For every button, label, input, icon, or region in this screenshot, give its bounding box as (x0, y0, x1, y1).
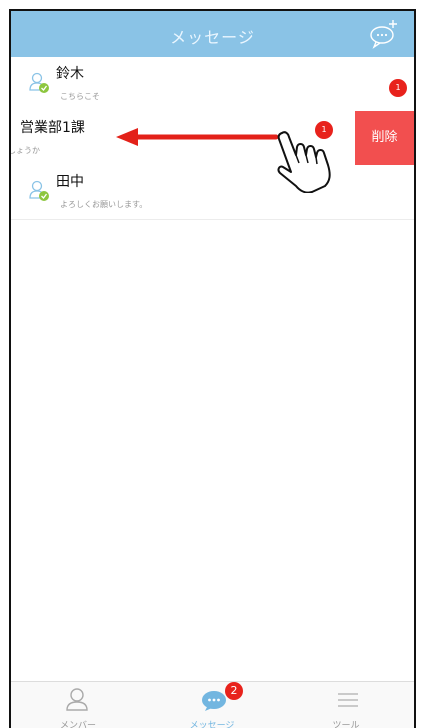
chat-preview: こちらこそ (60, 92, 100, 101)
person-icon (66, 688, 88, 711)
swipe-left-arrow-icon (116, 128, 279, 146)
user-avatar-icon (29, 72, 49, 93)
new-chat-icon[interactable] (368, 19, 400, 49)
chat-name: 鈴木 (56, 66, 84, 82)
page-title: メッセージ (170, 28, 255, 47)
chat-preview: よろしくお願いします。 (60, 200, 148, 209)
tab-messages[interactable]: 2 メッセージ (145, 682, 279, 728)
tab-label: メッセージ (189, 721, 235, 728)
delete-button[interactable]: 削除 (355, 111, 414, 165)
swipe-hand-icon (277, 131, 331, 193)
chat-preview: しょうか (9, 146, 40, 155)
phone-screen: メッセージ 鈴木 こちらこそ 1 営業部1課 しょうか 1 削除 田中 よろしく… (9, 9, 416, 728)
tab-bar: メンバー 2 メッセージ ツール (11, 681, 414, 728)
tab-tools[interactable]: ツール (279, 682, 413, 728)
chat-bubble-icon (202, 691, 226, 711)
unread-badge: 1 (389, 79, 407, 97)
menu-icon (338, 693, 358, 707)
user-avatar-icon (29, 180, 49, 201)
chat-name: 田中 (56, 174, 84, 190)
chat-name: 営業部1課 (20, 120, 85, 136)
tab-label: ツール (332, 721, 360, 728)
chat-row-suzuki[interactable]: 鈴木 こちらこそ 1 (11, 57, 414, 112)
unread-badge: 2 (225, 682, 243, 700)
app-header: メッセージ (11, 11, 414, 57)
tab-members[interactable]: メンバー (11, 682, 145, 728)
chat-row-tanaka[interactable]: 田中 よろしくお願いします。 (11, 165, 414, 220)
tab-label: メンバー (59, 721, 96, 728)
